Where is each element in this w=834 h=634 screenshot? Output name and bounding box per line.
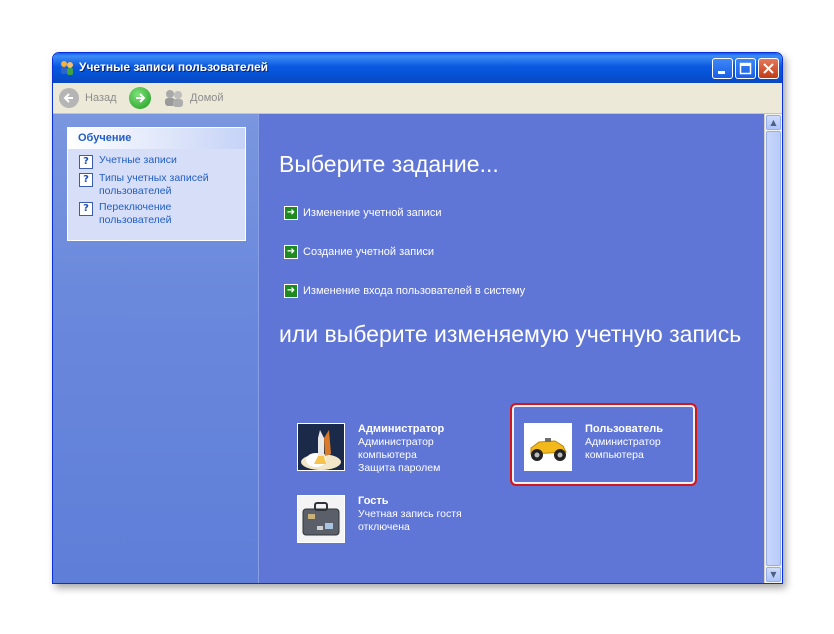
learn-about-list: ? Учетные записи ? Типы учетных записей … <box>68 149 245 240</box>
account-user[interactable]: Пользователь Администратор компьютера <box>524 423 663 471</box>
help-icon: ? <box>79 173 93 187</box>
account-guest[interactable]: Гость Учетная запись гостя отключена <box>297 495 462 543</box>
account-status-line2: отключена <box>358 521 410 533</box>
suitcase-picture <box>297 495 345 543</box>
forward-arrow-icon <box>136 93 146 103</box>
scroll-down-button[interactable]: ▼ <box>766 567 781 582</box>
scroll-thumb[interactable] <box>766 131 781 566</box>
account-password-status: Защита паролем <box>358 462 441 474</box>
window-title: Учетные записи пользователей <box>79 60 269 74</box>
home-button[interactable]: Домой <box>163 87 224 109</box>
close-button[interactable] <box>758 58 779 79</box>
forward-button[interactable] <box>129 87 151 109</box>
space-shuttle-picture <box>297 423 345 471</box>
learn-item-switching-users[interactable]: ? Переключение пользователей <box>68 201 245 227</box>
race-car-picture <box>524 423 572 471</box>
maximize-icon <box>739 62 752 75</box>
learn-about-header[interactable]: Обучение <box>68 128 245 149</box>
back-arrow-icon <box>59 88 79 108</box>
task-change-logon[interactable]: ➜ Изменение входа пользователей в систем… <box>284 284 525 298</box>
learn-item-label: Учетные записи <box>99 154 177 166</box>
vertical-scrollbar[interactable]: ▲ ▼ <box>764 114 782 583</box>
account-status: Учетная запись гостя <box>358 508 462 520</box>
toolbar: Назад Домой <box>53 83 782 114</box>
account-type: Администратор <box>585 436 661 448</box>
task-label: Создание учетной записи <box>303 246 434 258</box>
user-accounts-window: Учетные записи пользователей Назад Домой <box>52 52 783 584</box>
learn-about-panel: Обучение ? Учетные записи ? Типы учетных… <box>67 127 246 241</box>
learn-item-account-types[interactable]: ? Типы учетных записей пользователей <box>68 172 245 198</box>
learn-item-user-accounts[interactable]: ? Учетные записи <box>68 154 245 169</box>
back-label: Назад <box>85 92 117 104</box>
minimize-button[interactable] <box>712 58 733 79</box>
task-change-account[interactable]: ➜ Изменение учетной записи <box>284 206 442 220</box>
account-administrator[interactable]: Администратор Администратор компьютера З… <box>297 423 444 475</box>
learn-item-label: Типы учетных записей пользователей <box>99 172 209 197</box>
task-label: Изменение учетной записи <box>303 207 442 219</box>
close-icon <box>763 63 774 74</box>
account-type-line2: компьютера <box>358 449 417 461</box>
account-name: Гость <box>358 495 389 507</box>
learn-item-label: Переключение пользователей <box>99 201 172 226</box>
green-arrow-icon: ➜ <box>284 206 298 220</box>
back-button[interactable]: Назад <box>59 87 117 109</box>
users-icon <box>61 61 73 75</box>
main-pane: Выберите задание... ➜ Изменение учетной … <box>258 114 765 583</box>
home-label: Домой <box>190 92 224 104</box>
maximize-button[interactable] <box>735 58 756 79</box>
left-task-pane: Обучение ? Учетные записи ? Типы учетных… <box>53 114 258 583</box>
task-create-account[interactable]: ➜ Создание учетной записи <box>284 245 434 259</box>
help-icon: ? <box>79 202 93 216</box>
scroll-up-button[interactable]: ▲ <box>766 115 781 130</box>
help-icon: ? <box>79 155 93 169</box>
account-name: Администратор <box>358 423 445 435</box>
pick-account-heading: или выберите изменяемую учетную запись <box>279 321 742 347</box>
green-arrow-icon: ➜ <box>284 284 298 298</box>
account-type-line2: компьютера <box>585 449 644 461</box>
minimize-icon <box>718 71 725 74</box>
title-bar[interactable]: Учетные записи пользователей <box>53 53 782 83</box>
pick-task-heading: Выберите задание... <box>279 151 499 177</box>
users-home-icon <box>165 90 183 107</box>
content-area: Обучение ? Учетные записи ? Типы учетных… <box>53 114 782 583</box>
account-type: Администратор <box>358 436 434 448</box>
account-info: Пользователь Администратор компьютера <box>585 423 663 471</box>
account-info: Администратор Администратор компьютера З… <box>358 423 444 475</box>
account-name: Пользователь <box>585 423 664 435</box>
task-label: Изменение входа пользователей в систему <box>303 285 526 297</box>
account-info: Гость Учетная запись гостя отключена <box>358 495 462 543</box>
green-arrow-icon: ➜ <box>284 245 298 259</box>
